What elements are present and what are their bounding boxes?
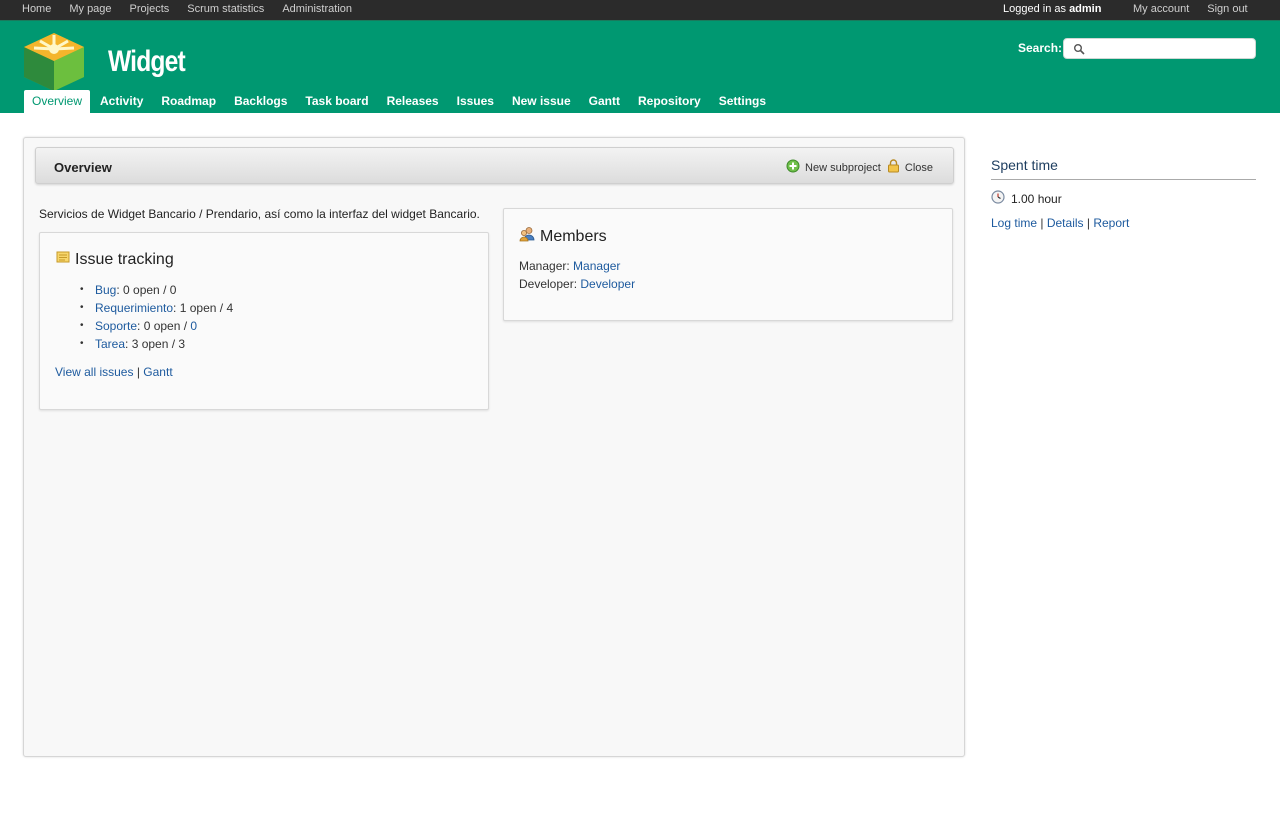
tab-roadmap[interactable]: Roadmap (153, 90, 224, 113)
gantt-link[interactable]: Gantt (143, 365, 172, 379)
issues-icon (56, 250, 70, 269)
report-link[interactable]: Report (1093, 216, 1129, 230)
member-row: Manager: Manager (519, 257, 635, 275)
issue-tracking-title: Issue tracking (75, 250, 174, 268)
content-actions: New subproject Close (786, 159, 933, 176)
main-menu: Overview Activity Roadmap Backlogs Task … (24, 90, 776, 114)
project-description: Servicios de Widget Bancario / Prendario… (39, 207, 480, 221)
tracker-sep: : (173, 301, 180, 315)
tab-repository[interactable]: Repository (630, 90, 709, 113)
tracker-item-bug: Bug: 0 open / 0 (80, 281, 233, 299)
spent-time-row: 1.00 hour (991, 190, 1256, 207)
tracker-sep: : (137, 319, 144, 333)
members-icon (519, 226, 535, 247)
add-icon (786, 159, 800, 176)
tab-activity[interactable]: Activity (92, 90, 151, 113)
top-menu: Home My page Projects Scrum statistics A… (0, 0, 1280, 20)
sidebar: Spent time 1.00 hour Log time | Details … (991, 157, 1256, 230)
top-menu-left: Home My page Projects Scrum statistics A… (22, 3, 352, 15)
tracker-open-count: 0 open (143, 319, 181, 333)
logged-as: Logged in as admin (1003, 3, 1101, 15)
member-link-developer[interactable]: Developer (580, 277, 635, 291)
tracker-link-soporte[interactable]: Soporte (95, 319, 137, 333)
tab-backlogs[interactable]: Backlogs (226, 90, 295, 113)
top-link-projects[interactable]: Projects (130, 3, 170, 15)
tab-releases[interactable]: Releases (379, 90, 447, 113)
issue-links: View all issues | Gantt (55, 365, 173, 379)
members-heading: Members (519, 226, 607, 247)
search-box[interactable] (1063, 38, 1256, 59)
content-header: Overview New subproject Close (35, 147, 954, 184)
new-subproject-label: New subproject (805, 161, 881, 174)
page-title: Overview (54, 160, 112, 175)
tracker-item-requerimiento: Requerimiento: 1 open / 4 (80, 299, 233, 317)
tracker-slash: / (159, 283, 170, 297)
tracker-item-tarea: Tarea: 3 open / 3 (80, 335, 233, 353)
top-link-my-account[interactable]: My account (1133, 3, 1189, 15)
tab-settings[interactable]: Settings (711, 90, 774, 113)
top-link-my-page[interactable]: My page (69, 3, 111, 15)
members-title: Members (540, 227, 607, 245)
link-separator: | (1086, 216, 1090, 230)
member-link-manager[interactable]: Manager (573, 259, 620, 273)
logo-cube-icon (22, 31, 86, 91)
search-input[interactable] (1088, 41, 1248, 56)
tab-issues[interactable]: Issues (449, 90, 502, 113)
log-time-link[interactable]: Log time (991, 216, 1037, 230)
new-subproject-button[interactable]: New subproject (786, 159, 881, 176)
spent-time-links: Log time | Details | Report (991, 216, 1256, 230)
tracker-sep: : (125, 337, 132, 351)
top-link-administration[interactable]: Administration (282, 3, 352, 15)
spent-time-title: Spent time (991, 157, 1256, 180)
details-link[interactable]: Details (1047, 216, 1084, 230)
search-icon (1073, 43, 1085, 55)
close-project-button[interactable]: Close (887, 159, 933, 176)
header: Widget Search: Overview Activity Roadmap… (0, 20, 1280, 113)
spent-hours: 1.00 hour (1011, 191, 1062, 206)
link-separator: | (1040, 216, 1044, 230)
tracker-link-bug[interactable]: Bug (95, 283, 116, 297)
tracker-total-link[interactable]: 0 (190, 319, 197, 333)
tracker-list: Bug: 0 open / 0 Requerimiento: 1 open / … (80, 281, 233, 353)
tracker-item-soporte: Soporte: 0 open / 0 (80, 317, 233, 335)
top-link-sign-out[interactable]: Sign out (1207, 3, 1247, 15)
top-link-scrum-statistics[interactable]: Scrum statistics (187, 3, 264, 15)
clock-icon (991, 190, 1005, 207)
logged-as-user[interactable]: admin (1069, 3, 1101, 15)
link-separator: | (136, 365, 140, 379)
member-role: Developer: (519, 277, 578, 291)
content-panel: Overview New subproject Close Servicios … (23, 137, 965, 757)
close-label: Close (904, 161, 933, 174)
view-all-issues-link[interactable]: View all issues (55, 365, 133, 379)
tracker-slash: / (180, 319, 191, 333)
logged-as-prefix: Logged in as (1003, 3, 1066, 15)
tracker-total-count: 0 (169, 283, 177, 297)
tab-gantt[interactable]: Gantt (581, 90, 628, 113)
tracker-link-requerimiento[interactable]: Requerimiento (95, 301, 173, 315)
top-link-home[interactable]: Home (22, 3, 51, 15)
lock-icon (887, 159, 900, 176)
tab-new-issue[interactable]: New issue (504, 90, 579, 113)
project-title[interactable]: Widget (108, 45, 186, 79)
issue-tracking-box: Issue tracking Bug: 0 open / 0 Requerimi… (39, 232, 489, 410)
tracker-slash: / (168, 337, 179, 351)
tracker-link-tarea[interactable]: Tarea (95, 337, 125, 351)
tracker-open-count: 1 open (179, 301, 217, 315)
tracker-open-count: 0 open (123, 283, 160, 297)
members-list: Manager: Manager Developer: Developer (519, 257, 635, 293)
member-role: Manager: (519, 259, 570, 273)
issue-tracking-heading: Issue tracking (56, 250, 174, 269)
tracker-total-count: 4 (226, 301, 234, 315)
members-box: Members Manager: Manager Developer: Deve… (503, 208, 953, 321)
search-label: Search: (1018, 41, 1063, 55)
tracker-total-count: 3 (178, 337, 186, 351)
tab-task-board[interactable]: Task board (297, 90, 376, 113)
tab-overview[interactable]: Overview (24, 90, 91, 113)
tracker-slash: / (216, 301, 227, 315)
top-menu-right: My account Sign out (1133, 3, 1248, 15)
tracker-open-count: 3 open (131, 337, 169, 351)
member-row: Developer: Developer (519, 275, 635, 293)
